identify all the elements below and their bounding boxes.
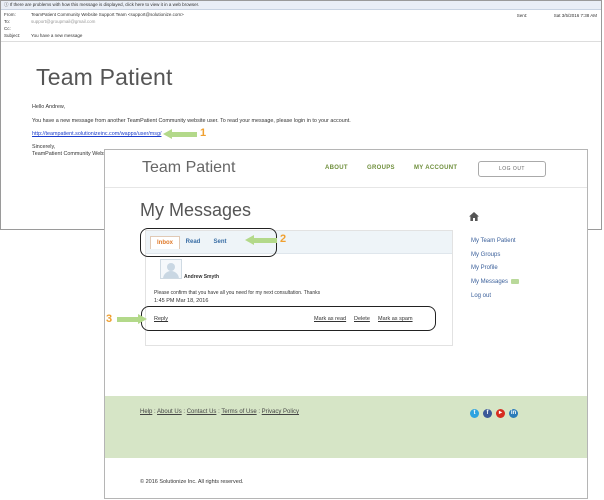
email-from-row: From: TeamPatient Community Website Suppo… — [4, 12, 184, 17]
site-navbar: Team Patient ABOUT GROUPS MY ACCOUNT LOG… — [105, 150, 587, 188]
sidebar-item-my-team-patient[interactable]: My Team Patient — [471, 238, 516, 244]
footer-help-link[interactable]: Help — [140, 409, 152, 415]
email-to[interactable]: support@groupmail@gmail.com — [31, 19, 95, 24]
linkedin-icon[interactable]: in — [509, 409, 518, 418]
callout-arrow-1 — [163, 129, 197, 140]
footer-terms-link[interactable]: Terms of Use — [221, 409, 256, 415]
nav-my-account[interactable]: MY ACCOUNT — [414, 165, 457, 171]
callout-arrow-3 — [117, 314, 147, 325]
new-message-badge — [511, 279, 520, 284]
sidebar-item-my-profile[interactable]: My Profile — [471, 265, 498, 271]
email-info-bar[interactable]: ⓘ If there are problems with how this me… — [1, 1, 601, 10]
email-body-text: You have a new message from another Team… — [32, 118, 351, 124]
site-brand-logo[interactable]: Team Patient — [142, 159, 235, 177]
page-title: My Messages — [140, 200, 252, 220]
footer-contact-link[interactable]: Contact Us — [187, 409, 217, 415]
email-banner-text: If there are problems with how this mess… — [9, 2, 200, 7]
logout-button[interactable]: LOG OUT — [478, 161, 546, 177]
email-sent: Sent: Sat 3/5/2016 7:38 AM — [516, 13, 597, 18]
callout-number-2: 2 — [280, 233, 287, 245]
message-timestamp: 1:45 PM Mar 18, 2016 — [154, 298, 209, 304]
email-to-row: To: support@groupmail@gmail.com — [4, 19, 96, 24]
message-body: Please confirm that you have all you nee… — [154, 290, 321, 296]
home-icon[interactable] — [469, 212, 479, 221]
sidebar-item-my-messages[interactable]: My Messages — [471, 279, 520, 285]
email-sincerely: Sincerely, — [32, 144, 56, 150]
email-from[interactable]: TeamPatient Community Website Support Te… — [31, 12, 184, 17]
footer-privacy-link[interactable]: Privacy Policy — [262, 409, 299, 415]
email-header: From: TeamPatient Community Website Suppo… — [1, 10, 601, 38]
email-signature: TeamPatient Community Website — [32, 151, 112, 157]
facebook-icon[interactable]: f — [483, 409, 492, 418]
nav-groups[interactable]: GROUPS — [367, 165, 395, 171]
footer-about-link[interactable]: About Us — [157, 409, 182, 415]
twitter-icon[interactable]: t — [470, 409, 479, 418]
email-cc-row: Cc: — [4, 26, 11, 31]
email-message-link[interactable]: http://teampatient.solutionizeinc.com/wa… — [32, 131, 161, 137]
footer-links: Help : About Us : Contact Us : Terms of … — [140, 409, 300, 415]
email-greeting: Hello Andrew, — [32, 104, 65, 110]
actions-highlight-outline — [141, 306, 436, 331]
nav-about[interactable]: ABOUT — [325, 165, 348, 171]
sender-avatar — [160, 259, 182, 279]
sidebar-item-my-groups[interactable]: My Groups — [471, 252, 500, 258]
site-footer: Help : About Us : Contact Us : Terms of … — [105, 396, 587, 458]
email-brand-logo: Team Patient — [36, 64, 173, 90]
email-subject-row: Subject: You have a new message — [4, 33, 83, 38]
message-sender[interactable]: Andrew Smyth — [184, 274, 219, 280]
callout-arrow-2 — [245, 235, 277, 246]
callout-number-1: 1 — [200, 127, 207, 139]
sidebar-item-log-out[interactable]: Log out — [471, 293, 491, 299]
email-subject: You have a new message — [31, 33, 83, 38]
youtube-icon[interactable]: ▸ — [496, 409, 505, 418]
copyright-text: © 2016 Solutionize Inc. All rights reser… — [140, 479, 244, 485]
callout-number-3: 3 — [106, 313, 113, 325]
